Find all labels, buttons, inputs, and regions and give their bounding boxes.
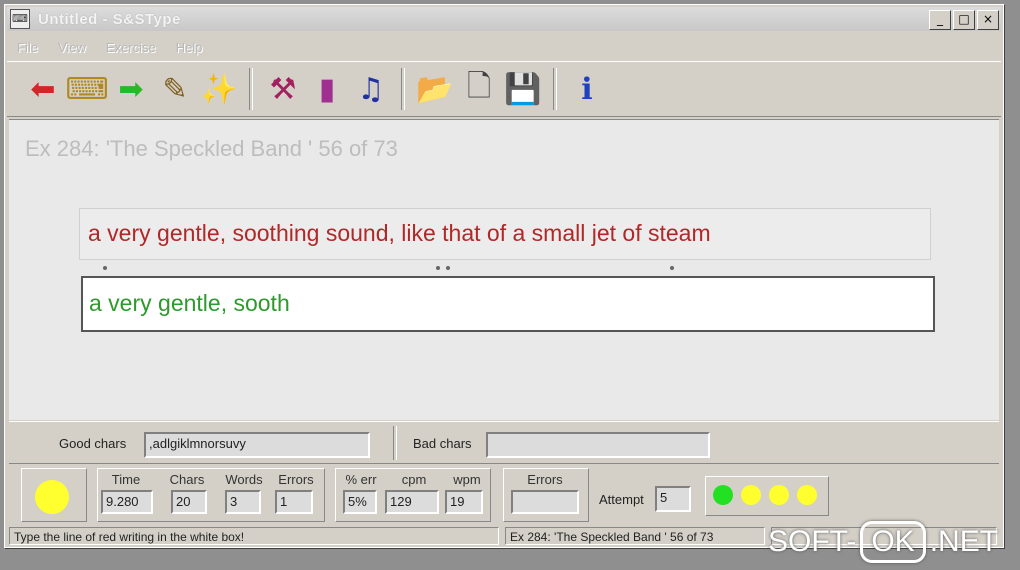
minimize-button[interactable]: _ (929, 10, 951, 30)
wpm-label: wpm (453, 472, 481, 487)
toolbar-separator (249, 68, 253, 110)
toolbar-button-info-book[interactable]: ℹ (565, 67, 609, 111)
toolbar-button-bar-chart[interactable]: ▮ (305, 67, 349, 111)
stats-bar: Time 9.280 Chars 20 Words 3 Errors 1 % e… (9, 463, 999, 524)
attempt-indicator (741, 485, 761, 505)
time-label: Time (111, 472, 141, 487)
attempt-indicator (713, 485, 733, 505)
errors-field: 1 (275, 490, 313, 514)
typing-input-box[interactable]: a very gentle, sooth (81, 276, 935, 332)
toolbar-button-magic-wand[interactable]: ✨ (197, 67, 241, 111)
toolbar-button-red-left-arrow[interactable]: ⬅ (21, 67, 65, 111)
pen-icon: ✎ (162, 71, 188, 107)
cpm-field: 129 (385, 490, 439, 514)
pct-err-label: % err (345, 472, 377, 487)
new-document-icon: 🗋 (466, 68, 492, 104)
exercise-title: Ex 284: 'The Speckled Band ' 56 of 73 (25, 136, 398, 161)
keyboard-icon: ⌨ (65, 71, 109, 107)
divider (393, 426, 397, 460)
cursor-tool-icon: ⚒ (269, 71, 297, 107)
toolbar-button-save-disk[interactable]: 💾 (501, 67, 545, 111)
app-window: ⌨ Untitled - S&SType _ □ × File View Exe… (4, 4, 1004, 548)
good-chars-field: ,adlgiklmnorsuvy (144, 432, 370, 458)
magic-wand-icon: ✨ (200, 71, 238, 107)
status-exercise: Ex 284: 'The Speckled Band ' 56 of 73 (505, 527, 765, 545)
exercise-area: Ex 284: 'The Speckled Band ' 56 of 73 a … (9, 119, 999, 420)
app-icon[interactable]: ⌨ (10, 9, 30, 29)
toolbar: ⬅ ⌨ ➡ ✎ ✨ ⚒ ▮ ♫ 📂 🗋 💾 ℹ (7, 61, 1001, 117)
watermark-logo: SOFT- OK .NET (768, 520, 998, 564)
toolbar-button-green-right-arrow[interactable]: ➡ (109, 67, 153, 111)
toolbar-button-keyboard[interactable]: ⌨ (65, 67, 109, 111)
toolbar-separator (401, 68, 405, 110)
menu-help[interactable]: Help (176, 40, 203, 55)
open-folder-icon: 📂 (416, 71, 454, 107)
menu-view[interactable]: View (58, 40, 86, 55)
word-marker-dot (446, 266, 450, 270)
attempt-indicator (797, 485, 817, 505)
attempt-field: 5 (655, 486, 691, 512)
words-label: Words (225, 472, 263, 487)
toolbar-button-music-notes[interactable]: ♫ (349, 67, 393, 111)
menu-exercise[interactable]: Exercise (106, 40, 156, 55)
words-field: 3 (225, 490, 261, 514)
pct-err-field: 5% (343, 490, 377, 514)
menu-file[interactable]: File (17, 40, 38, 55)
cpm-label: cpm (401, 472, 427, 487)
toolbar-separator (553, 68, 557, 110)
bad-chars-field (486, 432, 710, 458)
watermark-ok: OK (860, 521, 926, 563)
bar-chart-icon: ▮ (318, 71, 336, 107)
target-text: a very gentle, soothing sound, like that… (88, 220, 711, 246)
target-line-box: a very gentle, soothing sound, like that… (79, 208, 931, 260)
toolbar-button-open-folder[interactable]: 📂 (413, 67, 457, 111)
chars-field: 20 (171, 490, 207, 514)
time-field: 9.280 (101, 490, 153, 514)
toolbar-button-cursor-tool[interactable]: ⚒ (261, 67, 305, 111)
watermark-right: .NET (929, 525, 999, 558)
wpm-field: 19 (445, 490, 483, 514)
attempt-indicator (769, 485, 789, 505)
good-chars-label: Good chars (59, 436, 127, 451)
errors2-field (511, 490, 579, 514)
status-hint: Type the line of red writing in the whit… (9, 527, 499, 545)
green-right-arrow-icon: ➡ (118, 71, 144, 107)
status-light (35, 480, 69, 514)
word-marker-dot (670, 266, 674, 270)
chars-label: Chars (169, 472, 205, 487)
info-book-icon: ℹ (581, 71, 593, 107)
red-left-arrow-icon: ⬅ (30, 71, 56, 107)
watermark-left: SOFT- (768, 525, 857, 558)
word-marker-dot (103, 266, 107, 270)
window-title: Untitled - S&SType (38, 10, 181, 28)
music-notes-icon: ♫ (357, 71, 385, 107)
save-disk-icon: 💾 (504, 71, 542, 107)
errors2-label: Errors (527, 472, 563, 487)
errors-label: Errors (278, 472, 314, 487)
close-button[interactable]: × (977, 10, 999, 30)
title-bar[interactable]: ⌨ Untitled - S&SType _ □ × (7, 7, 1001, 31)
maximize-button[interactable]: □ (953, 10, 975, 30)
word-marker-dot (436, 266, 440, 270)
menu-bar: File View Exercise Help (7, 35, 1001, 59)
toolbar-button-pen[interactable]: ✎ (153, 67, 197, 111)
attempt-label: Attempt (599, 492, 644, 507)
typed-text: a very gentle, sooth (89, 290, 290, 316)
toolbar-button-new-document[interactable]: 🗋 (457, 67, 501, 111)
chars-bar: Good chars ,adlgiklmnorsuvy Bad chars (9, 421, 999, 462)
bad-chars-label: Bad chars (413, 436, 472, 451)
